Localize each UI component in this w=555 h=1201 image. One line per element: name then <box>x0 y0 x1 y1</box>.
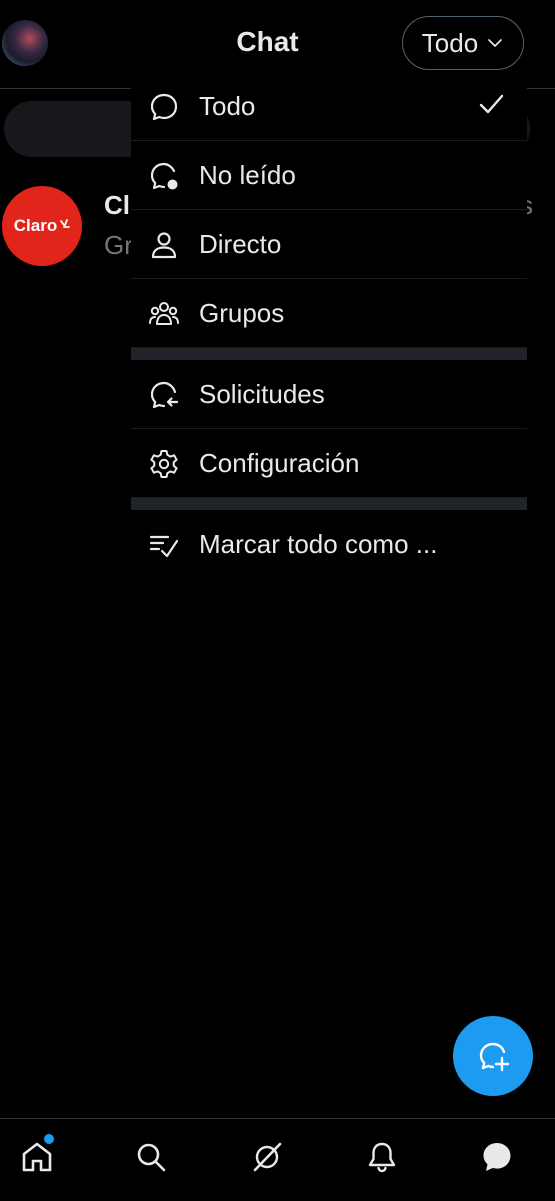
claro-logo: Claro <box>2 186 82 266</box>
menu-item-configuracion[interactable]: Configuración <box>131 429 527 498</box>
home-notification-dot <box>44 1134 54 1144</box>
search-icon <box>134 1140 168 1174</box>
new-chat-icon <box>476 1039 510 1073</box>
unread-bubble-icon <box>148 160 180 192</box>
menu-item-grupos[interactable]: Grupos <box>131 279 527 348</box>
group-icon <box>148 298 180 330</box>
filter-dropdown-menu: Todo No leído Directo Grupos Solicitudes… <box>131 72 527 578</box>
gear-icon <box>148 448 180 480</box>
messages-icon <box>480 1140 514 1174</box>
chat-bubble-icon <box>148 91 180 123</box>
chevron-down-icon <box>486 34 504 52</box>
grok-tab[interactable] <box>247 1137 287 1177</box>
menu-item-label: Directo <box>199 228 282 259</box>
menu-item-label: Grupos <box>199 297 285 328</box>
notifications-tab[interactable] <box>362 1137 402 1177</box>
menu-item-label: Configuración <box>199 447 360 478</box>
menu-item-no-leido[interactable]: No leído <box>131 141 527 210</box>
new-message-button[interactable] <box>453 1016 533 1096</box>
menu-item-label: Marcar todo como ... <box>199 528 438 559</box>
conversation-name: Cl <box>104 190 130 220</box>
filter-label: Todo <box>421 27 479 58</box>
menu-item-directo[interactable]: Directo <box>131 210 527 279</box>
filter-dropdown-button[interactable]: Todo <box>402 16 524 70</box>
bell-icon <box>365 1140 399 1174</box>
home-icon <box>20 1140 54 1174</box>
menu-divider <box>131 348 527 360</box>
menu-item-marcar-todo[interactable]: Marcar todo como ... <box>131 510 527 578</box>
menu-item-label: Solicitudes <box>199 378 325 409</box>
bottom-navigation <box>0 1118 555 1201</box>
requests-icon <box>148 379 180 411</box>
menu-item-label: Todo <box>199 90 256 121</box>
menu-divider <box>131 498 527 510</box>
conversation-preview: Gr <box>104 230 133 260</box>
menu-item-solicitudes[interactable]: Solicitudes <box>131 360 527 429</box>
messages-tab[interactable] <box>477 1137 517 1177</box>
menu-item-label: No leído <box>199 159 296 190</box>
checkmark-icon <box>477 90 505 118</box>
menu-item-todo[interactable]: Todo <box>131 72 527 141</box>
mark-read-icon <box>148 529 180 561</box>
grok-icon <box>250 1140 284 1174</box>
search-tab[interactable] <box>131 1137 171 1177</box>
person-icon <box>148 229 180 261</box>
